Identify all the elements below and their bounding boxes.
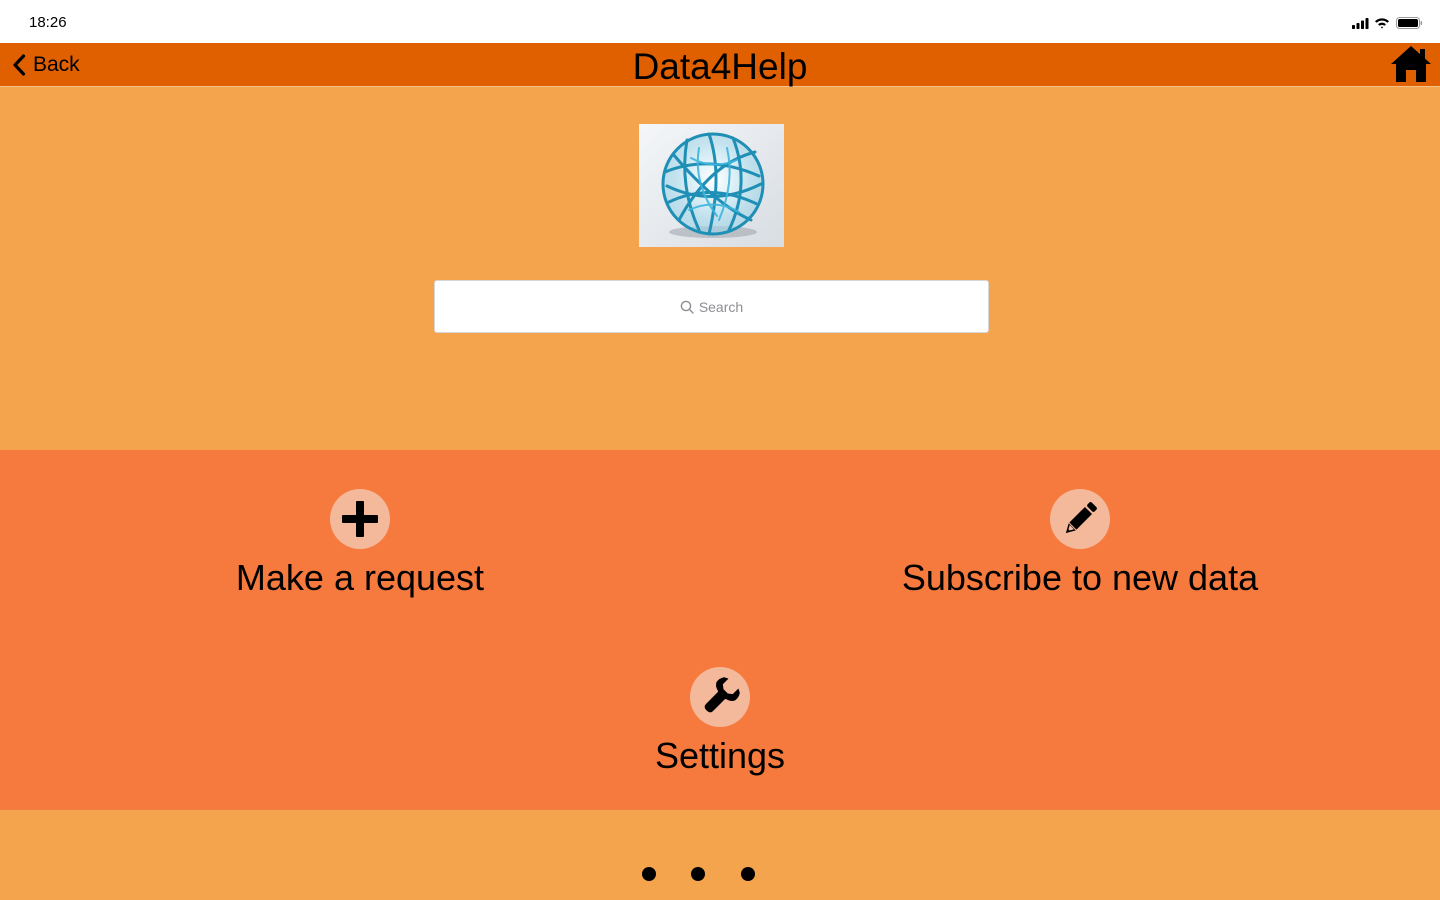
signal-icon [1352,18,1369,29]
wrench-icon [690,667,750,727]
subscribe-label: Subscribe to new data [901,557,1259,598]
make-request-button[interactable]: Make a request [180,489,540,599]
pencil-icon [1050,489,1110,549]
page-title: Data4Help [632,46,808,87]
page-dot-1[interactable] [642,867,656,881]
plus-icon [330,489,390,549]
settings-button[interactable]: Settings [600,667,840,777]
status-bar: 18:26 [0,0,1440,43]
home-icon [1391,46,1431,82]
globe-network-icon [639,124,784,247]
search-icon [680,300,694,314]
page-indicator [0,867,1440,881]
status-time: 18:26 [29,14,67,31]
search-input[interactable]: Search [434,280,989,333]
make-request-label: Make a request [235,557,485,598]
search-placeholder-wrap: Search [680,299,743,315]
wifi-icon [1375,18,1389,29]
page-dot-2[interactable] [691,867,705,881]
menu-panel: Make a request Subscribe to new data Set… [0,450,1440,810]
subscribe-button[interactable]: Subscribe to new data [870,489,1290,599]
settings-label: Settings [654,735,786,776]
home-button[interactable] [1390,44,1432,84]
status-icons [1352,17,1423,29]
page-dot-3[interactable] [741,867,755,881]
nav-bar: Back Data4Help [0,43,1440,87]
app-logo [639,124,784,247]
search-placeholder: Search [698,298,744,315]
battery-icon [1396,17,1423,29]
